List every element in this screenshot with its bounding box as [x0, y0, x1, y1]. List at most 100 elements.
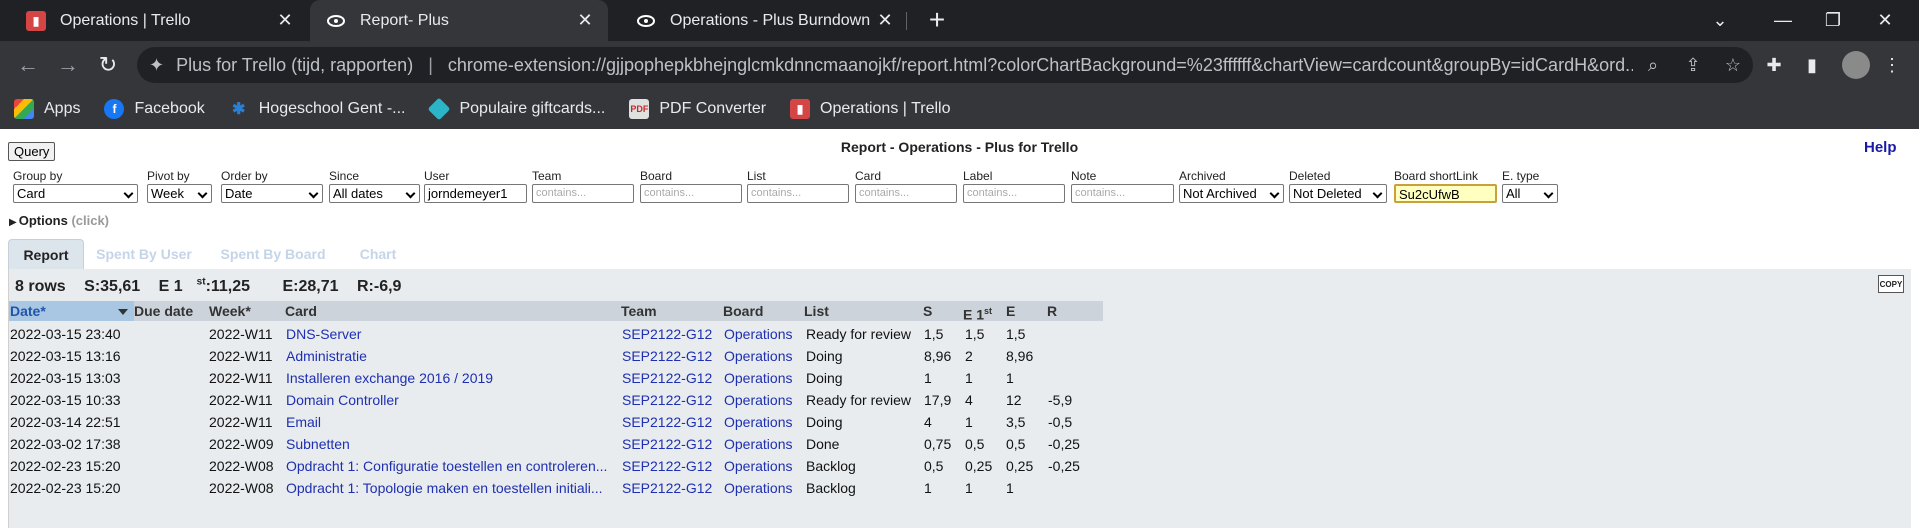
cell-card-link[interactable]: Email [286, 411, 616, 433]
user-input[interactable]: jorndemeyer1 [424, 184, 527, 203]
filter-deleted: Deleted Not Deleted [1289, 169, 1387, 203]
cell-card-link[interactable]: Installeren exchange 2016 / 2019 [286, 367, 616, 389]
close-tab-icon[interactable]: ✕ [874, 10, 896, 31]
zoom-icon[interactable]: ⌕ [1633, 55, 1673, 76]
cell-team-link[interactable]: SEP2122-G12 [622, 433, 712, 455]
group-by-select[interactable]: Card [13, 184, 138, 203]
cell-list: Doing [806, 414, 843, 430]
bookmark-apps[interactable]: Apps [14, 99, 80, 119]
team-input[interactable]: contains... [532, 184, 634, 203]
tab-report[interactable]: Report [8, 239, 84, 269]
cell-card-link[interactable]: Subnetten [286, 433, 616, 455]
reload-icon[interactable]: ↻ [92, 49, 124, 81]
minimize-icon[interactable]: — [1760, 0, 1806, 41]
browser-tab-trello[interactable]: ▮ Operations | Trello ✕ [0, 0, 308, 41]
new-tab-icon[interactable]: + [922, 6, 952, 36]
table-row: 2022-03-15 13:03 2022-W11 Installeren ex… [9, 367, 1103, 389]
board-shortlink-input[interactable]: Su2cUfwB [1394, 184, 1497, 203]
pivot-by-select[interactable]: Week [147, 184, 212, 203]
bookmark-trello[interactable]: ▮ Operations | Trello [790, 99, 950, 119]
archived-select[interactable]: Not Archived [1179, 184, 1284, 203]
cell-board-link[interactable]: Operations [724, 433, 792, 455]
copy-button[interactable]: COPY [1878, 275, 1904, 293]
cell-week: 2022-W11 [209, 348, 273, 364]
filter-label: E. type [1502, 169, 1540, 183]
bookmark-star-icon[interactable]: ☆ [1713, 55, 1753, 76]
cell-week: 2022-W09 [209, 436, 274, 452]
list-input[interactable]: contains... [747, 184, 849, 203]
e-type-select[interactable]: All [1502, 184, 1558, 203]
bookmark-pdf-converter[interactable]: PDF PDF Converter [629, 99, 766, 119]
cell-card-link[interactable]: Opdracht 1: Topologie maken en toestelle… [286, 477, 616, 499]
cell-team-link[interactable]: SEP2122-G12 [622, 367, 712, 389]
cell-card-link[interactable]: Domain Controller [286, 389, 616, 411]
cell-board-link[interactable]: Operations [724, 477, 792, 499]
bookmark-facebook[interactable]: f Facebook [104, 99, 205, 119]
board-input[interactable]: contains... [640, 184, 742, 203]
close-tab-icon[interactable]: ✕ [274, 10, 296, 31]
cell-team-link[interactable]: SEP2122-G12 [622, 477, 712, 499]
summary-estimate: E:28,71 [282, 278, 339, 296]
column-header-list[interactable]: List [804, 301, 829, 321]
order-by-select[interactable]: Date [221, 184, 323, 203]
extensions-icon[interactable]: ✚ [1762, 53, 1786, 77]
address-bar[interactable]: ✦ Plus for Trello (tijd, rapporten) | ch… [137, 47, 1753, 83]
column-header-board[interactable]: Board [723, 301, 763, 321]
cell-team-link[interactable]: SEP2122-G12 [622, 345, 712, 367]
tab-chart[interactable]: Chart [352, 239, 404, 269]
column-header-e[interactable]: E [1006, 301, 1015, 321]
column-header-due-date[interactable]: Due date [134, 301, 193, 321]
cell-week: 2022-W11 [209, 392, 273, 408]
filter-label: Pivot by [147, 169, 190, 183]
back-icon[interactable]: ← [12, 49, 44, 81]
column-header-week[interactable]: Week* [209, 301, 251, 321]
cell-board-link[interactable]: Operations [724, 345, 792, 367]
forward-icon[interactable]: → [52, 49, 84, 81]
close-tab-icon[interactable]: ✕ [574, 10, 596, 31]
cell-card-link[interactable]: DNS-Server [286, 323, 616, 345]
cell-card-link[interactable]: Administratie [286, 345, 616, 367]
card-input[interactable]: contains... [855, 184, 957, 203]
column-header-card[interactable]: Card [285, 301, 317, 321]
filter-label: Deleted [1289, 169, 1331, 183]
since-select[interactable]: All dates [329, 184, 420, 203]
deleted-select[interactable]: Not Deleted [1289, 184, 1387, 203]
label-input[interactable]: contains... [963, 184, 1065, 203]
cell-team-link[interactable]: SEP2122-G12 [622, 323, 712, 345]
bookmark-giftcards[interactable]: Populaire giftcards... [428, 97, 605, 121]
filter-order-by: Order by Date [221, 169, 323, 203]
address-url[interactable]: Plus for Trello (tijd, rapporten) | chro… [176, 55, 1633, 76]
column-header-team[interactable]: Team [621, 301, 657, 321]
share-icon[interactable]: ⇪ [1673, 55, 1713, 76]
close-window-icon[interactable]: ✕ [1862, 0, 1908, 41]
filter-since: Since All dates [329, 169, 420, 203]
tab-spent-by-board[interactable]: Spent By Board [217, 239, 329, 269]
column-header-s[interactable]: S [923, 301, 932, 321]
cell-board-link[interactable]: Operations [724, 367, 792, 389]
restore-icon[interactable]: ❐ [1810, 0, 1856, 41]
column-header-r[interactable]: R [1047, 301, 1057, 321]
cell-team-link[interactable]: SEP2122-G12 [622, 411, 712, 433]
filter-group-by: Group by Card [13, 169, 138, 203]
menu-kebab-icon[interactable]: ⋮ [1880, 53, 1904, 77]
tab-spent-by-user[interactable]: Spent By User [94, 239, 194, 269]
browser-tab-burndown[interactable]: Operations - Plus Burndown ✕ [610, 0, 908, 41]
column-header-date[interactable]: Date* [9, 301, 134, 321]
cell-board-link[interactable]: Operations [724, 389, 792, 411]
cell-e1: 2 [965, 348, 973, 364]
browser-tab-report[interactable]: Report- Plus ✕ [310, 0, 608, 41]
cell-board-link[interactable]: Operations [724, 455, 792, 477]
cell-board-link[interactable]: Operations [724, 323, 792, 345]
cell-team-link[interactable]: SEP2122-G12 [622, 389, 712, 411]
bookmark-hogent[interactable]: ✱ Hogeschool Gent -... [229, 99, 405, 119]
tab-search-chevron-icon[interactable]: ⌄ [1697, 0, 1743, 41]
side-panel-icon[interactable]: ▮ [1800, 53, 1824, 77]
note-input[interactable]: contains... [1071, 184, 1174, 203]
column-header-e1[interactable]: E 1st [963, 301, 992, 323]
cell-board-link[interactable]: Operations [724, 411, 792, 433]
options-toggle[interactable]: ▶ Options (click) [9, 213, 109, 228]
help-link[interactable]: Help [1864, 139, 1897, 156]
cell-team-link[interactable]: SEP2122-G12 [622, 455, 712, 477]
profile-avatar[interactable] [1842, 51, 1870, 79]
cell-card-link[interactable]: Opdracht 1: Configuratie toestellen en c… [286, 455, 616, 477]
